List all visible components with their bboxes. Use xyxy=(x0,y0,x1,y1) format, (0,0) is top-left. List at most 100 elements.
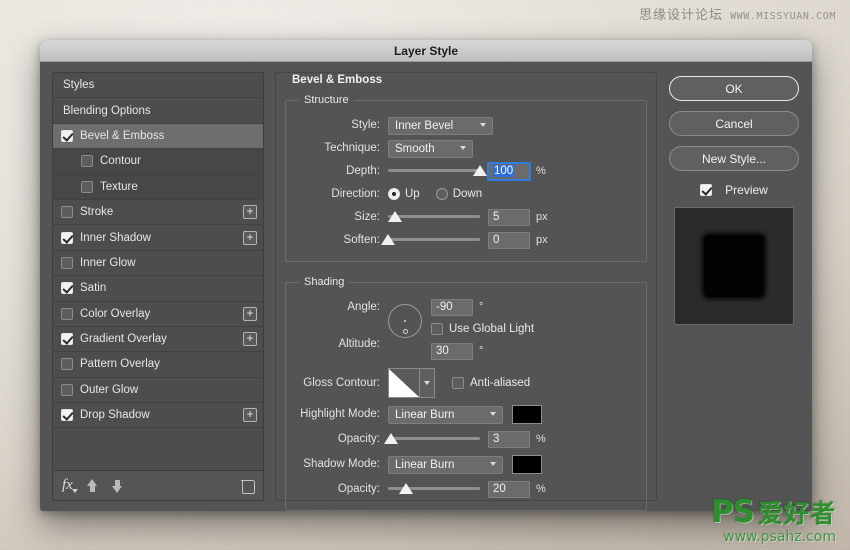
global-light-row: Use Global Light xyxy=(431,319,636,339)
sidebar-item-label: Color Overlay xyxy=(80,308,243,320)
angle-label: Angle: xyxy=(347,301,388,313)
style-select[interactable]: Inner Bevel xyxy=(388,117,493,135)
highlight-opacity-thumb[interactable] xyxy=(384,433,398,444)
ok-button[interactable]: OK xyxy=(669,76,799,101)
new-style-button[interactable]: New Style... xyxy=(669,146,799,171)
highlight-color-swatch[interactable] xyxy=(512,405,542,424)
preview-checkbox[interactable] xyxy=(700,184,712,196)
structure-legend: Structure xyxy=(299,94,354,106)
sidebar-item-texture[interactable]: Texture xyxy=(53,175,263,200)
add-effect-plus-button[interactable]: + xyxy=(243,205,257,219)
sidebar-item-bevel-emboss[interactable]: Bevel & Emboss xyxy=(53,124,263,149)
highlight-mode-select-wrap[interactable]: Linear Burn xyxy=(388,405,503,424)
arrow-up-icon[interactable] xyxy=(87,479,98,493)
shadow-opacity-thumb[interactable] xyxy=(399,483,413,494)
cancel-button[interactable]: Cancel xyxy=(669,111,799,136)
sidebar-item-gradient-overlay[interactable]: Gradient Overlay+ xyxy=(53,327,263,352)
sidebar-item-inner-glow[interactable]: Inner Glow xyxy=(53,251,263,276)
angle-dial-handle[interactable] xyxy=(403,329,408,334)
watermark-cn-text: 爱好者 xyxy=(758,499,836,528)
arrow-down-icon[interactable] xyxy=(112,479,123,493)
shadow-mode-select-wrap[interactable]: Linear Burn xyxy=(388,455,503,474)
sidebar-item-drop-shadow[interactable]: Drop Shadow+ xyxy=(53,403,263,428)
add-effect-plus-button[interactable]: + xyxy=(243,307,257,321)
sidebar-item-satin[interactable]: Satin xyxy=(53,276,263,301)
size-slider[interactable] xyxy=(388,209,480,225)
sidebar-item-checkbox[interactable] xyxy=(61,257,73,269)
technique-label: Technique: xyxy=(296,142,388,154)
angle-altitude-labels: Angle: Altitude: xyxy=(296,296,388,356)
technique-select[interactable]: Smooth xyxy=(388,140,473,158)
depth-slider-thumb[interactable] xyxy=(473,165,487,176)
size-slider-thumb[interactable] xyxy=(388,211,402,222)
dialog-title: Layer Style xyxy=(394,44,458,58)
gloss-contour-dropdown[interactable] xyxy=(420,368,435,398)
sidebar-item-styles[interactable]: Styles xyxy=(53,73,263,98)
angle-input[interactable]: -90 xyxy=(431,299,473,316)
styles-list[interactable]: StylesBlending OptionsBevel & EmbossCont… xyxy=(53,73,263,470)
sidebar-item-color-overlay[interactable]: Color Overlay+ xyxy=(53,302,263,327)
sidebar-item-checkbox[interactable] xyxy=(81,155,93,167)
sidebar-item-label: Texture xyxy=(100,181,257,193)
add-effect-plus-button[interactable]: + xyxy=(243,231,257,245)
size-input[interactable]: 5 xyxy=(488,209,530,226)
style-select-wrap[interactable]: Inner Bevel xyxy=(388,116,493,135)
dialog-titlebar[interactable]: Layer Style xyxy=(40,40,812,62)
highlight-opacity-slider[interactable] xyxy=(388,431,480,447)
altitude-input[interactable]: 30 xyxy=(431,343,473,360)
fx-icon[interactable]: fx xyxy=(62,477,73,494)
sidebar-item-stroke[interactable]: Stroke+ xyxy=(53,200,263,225)
add-effect-plus-button[interactable]: + xyxy=(243,408,257,422)
preview-toggle[interactable]: Preview xyxy=(700,183,768,197)
sidebar-item-checkbox[interactable] xyxy=(61,384,73,396)
technique-select-wrap[interactable]: Smooth xyxy=(388,139,473,158)
sidebar-item-contour[interactable]: Contour xyxy=(53,149,263,174)
soften-slider-thumb[interactable] xyxy=(381,234,395,245)
watermark-bottom: PS爱好者 www.psahz.com xyxy=(711,497,836,544)
sidebar-item-blending-options[interactable]: Blending Options xyxy=(53,98,263,123)
sidebar-item-checkbox[interactable] xyxy=(61,333,73,345)
direction-up-radio[interactable] xyxy=(388,188,400,200)
sidebar-item-checkbox[interactable] xyxy=(61,409,73,421)
use-global-light-checkbox[interactable] xyxy=(431,323,443,335)
sidebar-item-checkbox[interactable] xyxy=(61,358,73,370)
gloss-contour-row: Gloss Contour: Anti-aliased xyxy=(296,366,636,400)
sidebar-item-checkbox[interactable] xyxy=(61,308,73,320)
trash-icon[interactable] xyxy=(241,478,254,493)
preview-shape xyxy=(704,235,764,297)
shadow-opacity-slider[interactable] xyxy=(388,481,480,497)
layer-style-dialog: Layer Style StylesBlending OptionsBevel … xyxy=(40,40,812,511)
sidebar-item-label: Stroke xyxy=(80,206,243,218)
direction-row: Direction: Up Down xyxy=(296,183,636,205)
sidebar-item-pattern-overlay[interactable]: Pattern Overlay xyxy=(53,352,263,377)
sidebar-item-checkbox[interactable] xyxy=(81,181,93,193)
depth-input[interactable]: 100 xyxy=(488,163,530,180)
highlight-opacity-input[interactable]: 3 xyxy=(488,431,530,448)
sidebar-item-label: Gradient Overlay xyxy=(80,333,243,345)
direction-down-radio[interactable] xyxy=(436,188,448,200)
sidebar-item-label: Drop Shadow xyxy=(80,409,243,421)
shadow-opacity-input[interactable]: 20 xyxy=(488,481,530,498)
altitude-label-row: Altitude: xyxy=(296,333,388,355)
angle-dial[interactable] xyxy=(388,304,422,338)
sidebar-item-checkbox[interactable] xyxy=(61,232,73,244)
sidebar-item-inner-shadow[interactable]: Inner Shadow+ xyxy=(53,225,263,250)
depth-slider[interactable] xyxy=(388,163,480,179)
highlight-mode-select[interactable]: Linear Burn xyxy=(388,406,503,424)
shading-legend: Shading xyxy=(299,276,349,288)
sidebar-item-checkbox[interactable] xyxy=(61,130,73,142)
soften-row: Soften: 0 px xyxy=(296,229,636,251)
anti-aliased-checkbox[interactable] xyxy=(452,377,464,389)
shadow-mode-select[interactable]: Linear Burn xyxy=(388,456,503,474)
sidebar-item-checkbox[interactable] xyxy=(61,206,73,218)
soften-input[interactable]: 0 xyxy=(488,232,530,249)
sidebar-item-label: Outer Glow xyxy=(80,384,257,396)
sidebar-item-checkbox[interactable] xyxy=(61,282,73,294)
shadow-color-swatch[interactable] xyxy=(512,455,542,474)
gloss-contour-swatch[interactable] xyxy=(388,368,420,398)
highlight-opacity-track xyxy=(388,437,480,440)
sidebar-item-outer-glow[interactable]: Outer Glow xyxy=(53,378,263,403)
add-effect-plus-button[interactable]: + xyxy=(243,332,257,346)
soften-slider[interactable] xyxy=(388,232,480,248)
style-label: Style: xyxy=(296,119,388,131)
